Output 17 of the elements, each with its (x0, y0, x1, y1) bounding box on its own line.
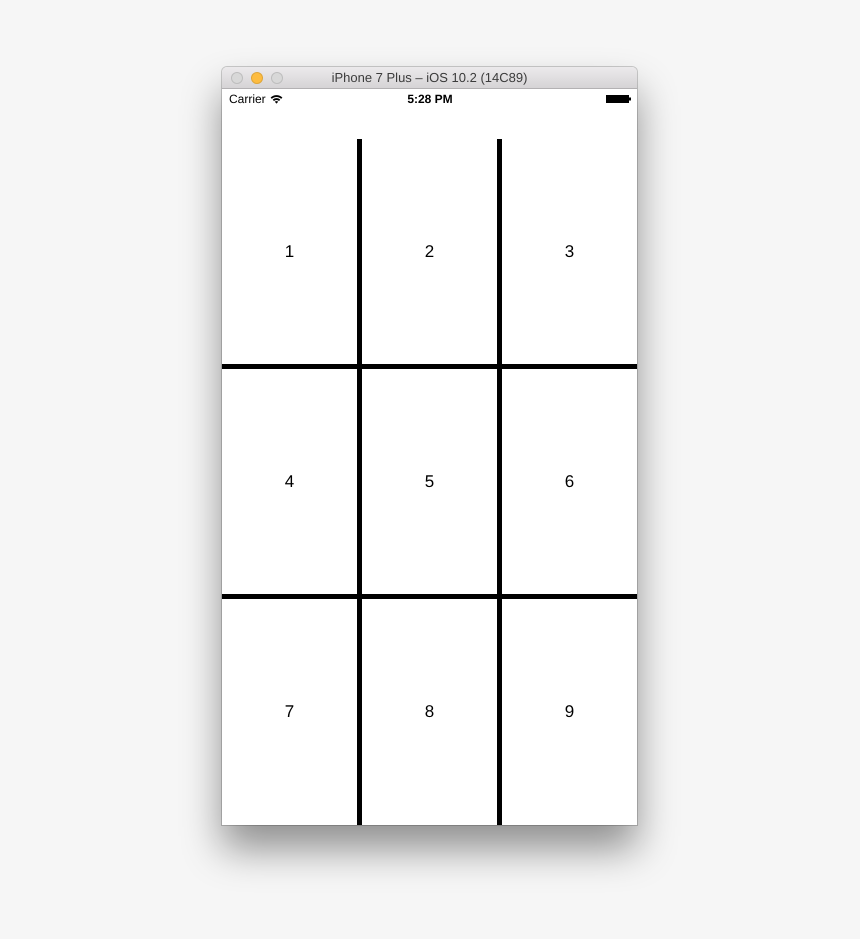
window-control-icon[interactable] (251, 72, 263, 84)
cell-number: 7 (284, 702, 294, 722)
cell-number: 1 (284, 242, 294, 262)
cell-number: 4 (284, 472, 294, 492)
window-control-icon[interactable] (231, 72, 243, 84)
cell-number: 5 (424, 472, 434, 492)
cell-number: 9 (564, 702, 574, 722)
window-title: iPhone 7 Plus – iOS 10.2 (14C89) (332, 70, 528, 85)
cell-number: 6 (564, 472, 574, 492)
cell-number: 8 (424, 702, 434, 722)
cell-number: 2 (424, 242, 434, 262)
carrier-label: Carrier (229, 92, 266, 106)
battery-icon (606, 94, 631, 104)
status-time: 5:28 PM (407, 92, 453, 106)
cell-number: 3 (564, 242, 574, 262)
window-control-icon[interactable] (271, 72, 283, 84)
wifi-icon (270, 94, 283, 104)
